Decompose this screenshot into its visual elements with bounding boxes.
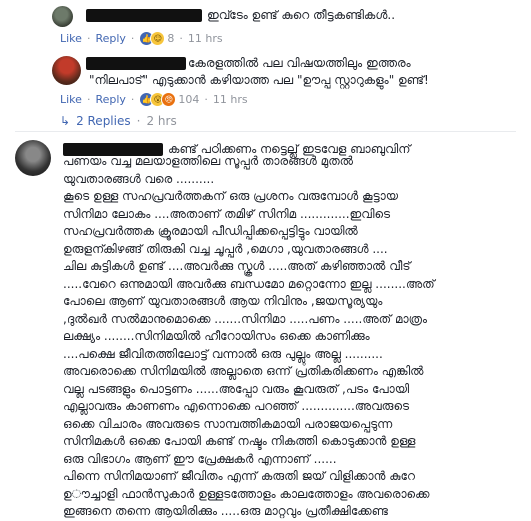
comment-text-line: ഇങ്ങനെ തന്നെ ആയിരിക്കും .....ഒരു മാറ്റവു… [63, 504, 388, 518]
comment-text-line: ചില കുട്ടികൾ ഉണ്ട് ....അവർക്കു സ്കൂൾ ...… [63, 259, 411, 273]
redacted-commenter-name [86, 9, 202, 22]
comment-text: ഇവ്ടേം ഉണ്ട് കുറെ തീട്ടകണ്ടികൾ.. [207, 8, 396, 22]
commenter-avatar[interactable] [52, 6, 73, 27]
comment-time[interactable]: 11 hrs [188, 32, 223, 46]
comment-text-line: സിനിമകൾ ഒക്കെ പോയി കണ്ട് നഷ്ടം നികത്തി ക… [63, 434, 416, 448]
comment-text-line: പിന്നെ സിനിമയാണ് ജീവിതം എന്ന് കരുതി ജയ് … [63, 469, 415, 483]
comment-time[interactable]: 11 hrs [213, 93, 248, 107]
divider [15, 131, 516, 132]
reactions[interactable]: 👍 ☺ 8 [139, 31, 174, 46]
comment-actions: Like · Reply · 👍 😮 😠 104 · 11 hrs [60, 92, 248, 107]
comment-text-line: കേരളത്തിൽ പല വിഷയത്തിലും ഇത്തരം [188, 56, 411, 70]
reaction-count: 8 [167, 31, 175, 45]
comment-body: പണയം വച്ച മലയാളത്തിലെ സൂപ്പർ താരങ്ങൾ മുത… [63, 153, 435, 521]
replies-count-link[interactable]: 2 Replies [76, 114, 131, 128]
comment-text-line: പണയം വച്ച മലയാളത്തിലെ സൂപ്പർ താരങ്ങൾ മുത… [63, 154, 354, 168]
comment-text-line: .....വേറെ ഒന്നുമായി അവർക്കു ബന്ധമോ മറ്റൊ… [63, 276, 435, 291]
reactions[interactable]: 👍 😮 😠 104 [139, 92, 199, 107]
reply-link[interactable]: Reply [95, 32, 125, 46]
redacted-commenter-name [86, 57, 186, 70]
haha-reaction-icon: ☺ [150, 31, 166, 46]
comment-text-line: ഉരുളന്കിഴങ്ങ് തിരുകി വച്ച ചൂപ്പർ ,മെഗാ ,… [63, 241, 388, 256]
comment-actions: Like · Reply · 👍 ☺ 8 · 11 hrs [60, 31, 223, 46]
commenter-avatar[interactable] [52, 56, 81, 85]
reply-link[interactable]: Reply [95, 93, 125, 107]
reaction-count: 104 [178, 92, 200, 106]
comment-text-line: ഒക്കെ വിചാരം അവരുടെ സാമ്പത്തികമായി പരാജയ… [63, 416, 393, 431]
comment-text-line: യുവതാരങ്ങൾ വരെ .......... [63, 171, 215, 186]
comment-text-line: "നിലപാട്" എടുക്കാൻ കഴിയാത്ത പല "ഊപ്പ സ്റ… [89, 73, 429, 87]
replies-time: 2 hrs [146, 114, 177, 128]
comment-text-line: ,ദുൽഖർ സൽമാനുമൊക്കെ .......സിനിമാ .....പ… [63, 311, 427, 326]
view-replies[interactable]: ↳ 2 Replies · 2 hrs [60, 114, 177, 128]
comment-text-line: സിനിമാ ലോകം ....അതാണ് തമിഴ് സിനിമ ......… [63, 206, 391, 221]
commenter-avatar[interactable] [15, 140, 51, 176]
comment-text-line: വല്ല പടങ്ങളും പൊട്ടണം ......അപ്പോ വരും ക… [63, 381, 410, 396]
comment-text-line: അവരൊക്കെ സിനിമയിൽ അല്ലാതെ ഒന്ന് പ്രതികരി… [63, 364, 424, 378]
comment-text-line: ഒരു വിഭാഗം ആണ് ഈ പ്രേക്ഷകർ എന്നാണ് .....… [63, 451, 337, 466]
like-link[interactable]: Like [60, 32, 82, 46]
comment-text-line: ലക്ഷ്യം ........സിനിമയിൽ ഹീറോയിസം ഒക്കെ … [63, 329, 370, 343]
comment-text-line: പോലെ ആണ് യുവതാരങ്ങൾ ആയ നിവിനും ,ജയസൂര്യയ… [63, 294, 383, 308]
comment-text-line: എല്ലാവരും കാണണം എന്നൊക്കെ പറഞ്ഞ് .......… [63, 399, 410, 413]
comment-text-line: കൂടെ ഉള്ള സഹപ്രവർത്തകന് ഒരു പ്രശനം വരുമ്… [63, 189, 398, 203]
comment-text-line: സഹപ്രവർത്തക ക്രൂരമായി പീഡിപ്പിക്കപ്പെട്ട… [63, 224, 358, 238]
comment-text-line: ഉൗച്ചാളി ഫാൻസുകാർ ഉള്ളടത്തോളം കാലത്തോളം … [63, 486, 430, 501]
like-link[interactable]: Like [60, 93, 82, 107]
angry-reaction-icon: 😠 [161, 92, 177, 107]
reply-arrow-icon: ↳ [60, 114, 71, 128]
comment-text-line: ....പക്ഷെ ജീവിതത്തിലോട്ട് വന്നാൽ ഒരു പുല… [63, 346, 383, 361]
